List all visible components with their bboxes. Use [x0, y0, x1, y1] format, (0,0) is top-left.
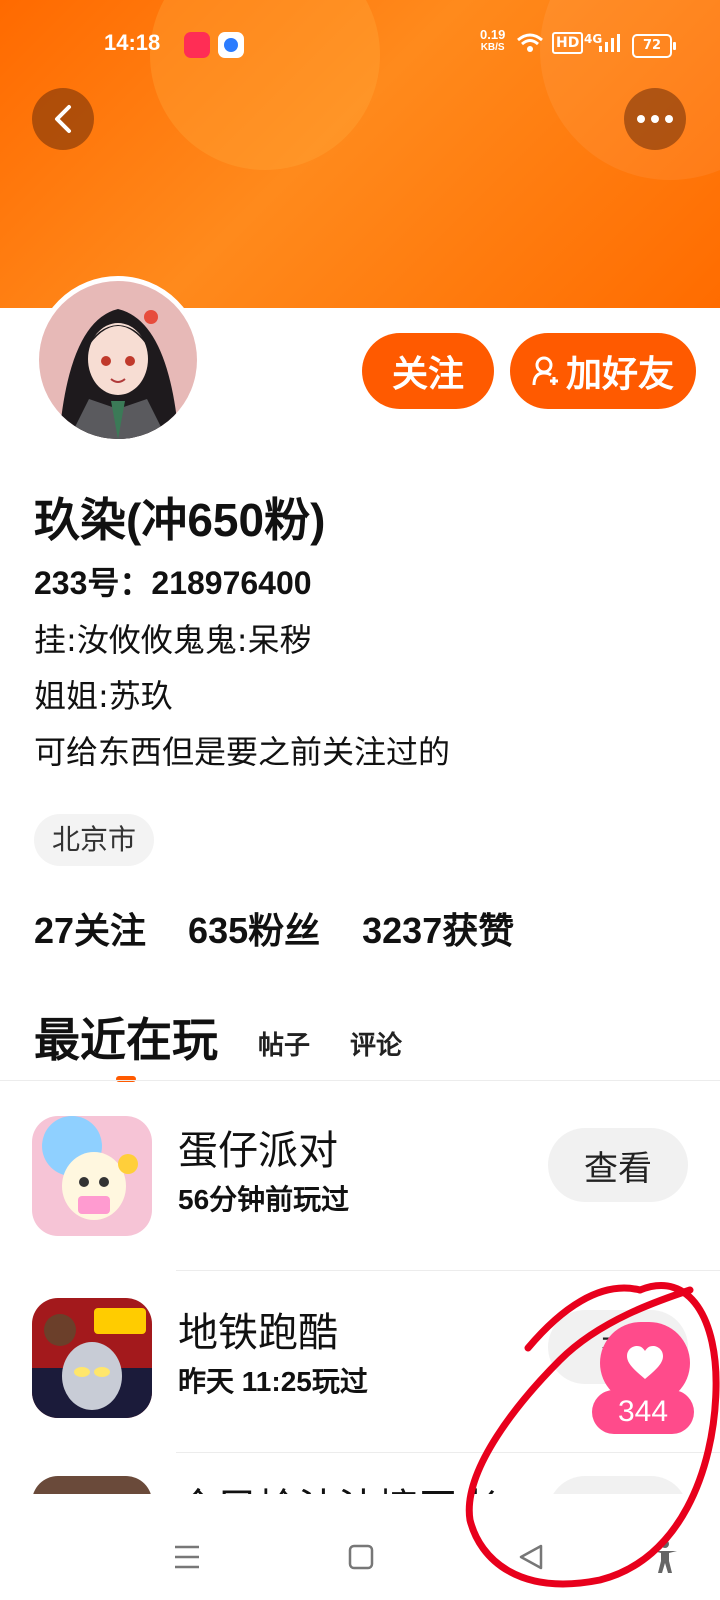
accessibility-icon[interactable]: [640, 1532, 690, 1582]
signal-icon: [598, 32, 620, 59]
app-notification-icon: [218, 32, 244, 58]
add-friend-button[interactable]: 加好友: [510, 333, 696, 409]
back-button[interactable]: [32, 88, 94, 150]
network-speed: 0.19 KB/S: [480, 27, 506, 53]
view-button[interactable]: 查看: [548, 1128, 688, 1202]
heart-icon: [627, 1346, 663, 1379]
list-item[interactable]: 蛋仔派对 56分钟前玩过 查看: [0, 1090, 720, 1270]
following-count[interactable]: 27关注: [34, 902, 146, 954]
avatar-illustration: [39, 281, 197, 439]
game-icon-subway-surfers: [32, 1298, 152, 1418]
game-name: 全民捡法法擦王老: [178, 1476, 498, 1494]
profile-name: 玖染(冲650粉): [34, 494, 326, 546]
tab-recent-played[interactable]: 最近在玩: [34, 1004, 218, 1070]
more-options-button[interactable]: [624, 88, 686, 150]
bio-line: 可给东西但是要之前关注过的: [34, 733, 451, 771]
game-icon-third: [32, 1476, 152, 1494]
view-button[interactable]: [548, 1476, 688, 1494]
game-name: 蛋仔派对: [178, 1128, 338, 1174]
location-tag: 北京市: [34, 814, 155, 866]
like-count: 344: [592, 1390, 694, 1434]
bio-line: 姐姐:苏玖: [34, 677, 173, 715]
chevron-left-icon: [55, 105, 71, 133]
battery-indicator: 72: [632, 34, 676, 58]
menu-icon[interactable]: [162, 1532, 212, 1582]
add-user-icon: [532, 356, 558, 386]
game-played-time: 56分钟前玩过: [178, 1184, 350, 1215]
divider: [176, 1452, 720, 1453]
wifi-icon: [516, 32, 544, 59]
profile-tabs: 最近在玩 帖子 评论: [34, 1004, 442, 1070]
game-played-time: 昨天 11:25玩过: [178, 1366, 368, 1397]
profile-stats: 27关注 635粉丝 3237获赞: [34, 902, 514, 954]
hd-icon: HD: [552, 32, 584, 54]
tab-posts[interactable]: 帖子: [258, 1025, 310, 1062]
divider: [176, 1270, 720, 1271]
tab-comments[interactable]: 评论: [350, 1025, 402, 1062]
list-item[interactable]: 全民捡法法擦王老: [0, 1454, 720, 1494]
fans-count[interactable]: 635粉丝: [188, 902, 320, 954]
game-icon-eggy-party: [32, 1116, 152, 1236]
back-triangle-icon[interactable]: [506, 1532, 556, 1582]
more-dots-icon: [637, 115, 673, 123]
game-name: 地铁跑酷: [178, 1310, 338, 1356]
active-tab-indicator: [116, 1076, 136, 1082]
app-notification-icon: [184, 32, 210, 58]
avatar[interactable]: [34, 276, 202, 444]
bio-line: 挂:汝攸攸鬼鬼:呆秽: [34, 621, 312, 659]
follow-button[interactable]: 关注: [362, 333, 494, 409]
system-nav-bar: [0, 1510, 720, 1600]
profile-header-banner: 14:18 0.19 KB/S HD 4G 72: [0, 0, 720, 308]
likes-count: 3237获赞: [362, 910, 515, 951]
status-bar: 14:18 0.19 KB/S HD 4G 72: [0, 22, 720, 66]
divider: [0, 1080, 720, 1081]
home-square-icon[interactable]: [336, 1532, 386, 1582]
profile-uid: 233号：218976400: [34, 565, 312, 601]
status-time: 14:18: [104, 30, 161, 55]
